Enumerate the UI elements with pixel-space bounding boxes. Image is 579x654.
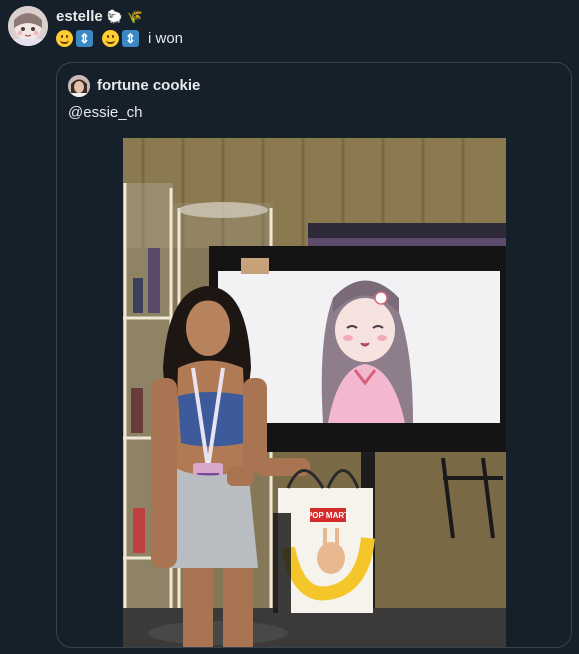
quoted-author-avatar[interactable] (68, 75, 90, 97)
post-body-text: i won (148, 30, 184, 47)
up-down-arrow-icon: ⇕ (76, 30, 93, 47)
sheep-icon: 🐑 (106, 9, 123, 24)
quoted-post-text[interactable]: @essie_ch (68, 104, 142, 121)
quoted-post[interactable]: fortune cookie @essie_ch POP MART (56, 62, 572, 648)
author-name[interactable]: estelle (56, 8, 103, 25)
quoted-author-name[interactable]: fortune cookie (97, 77, 200, 94)
sprout-icon: 🌾 (126, 9, 144, 24)
bag-brand-text: POP MART (307, 511, 349, 520)
smiling-face-icon (56, 30, 73, 47)
smiling-face-icon (102, 30, 119, 47)
author-avatar[interactable] (8, 6, 48, 46)
up-down-arrow-icon: ⇕ (122, 30, 139, 47)
author-name-row[interactable]: estelle 🐑 🌾 (56, 8, 143, 25)
post-text: ⇕ ⇕ i won (56, 30, 183, 47)
post: estelle 🐑 🌾 ⇕ ⇕ i won fortune cookie @es… (0, 0, 579, 654)
quoted-post-photo[interactable]: POP MART (123, 138, 506, 647)
